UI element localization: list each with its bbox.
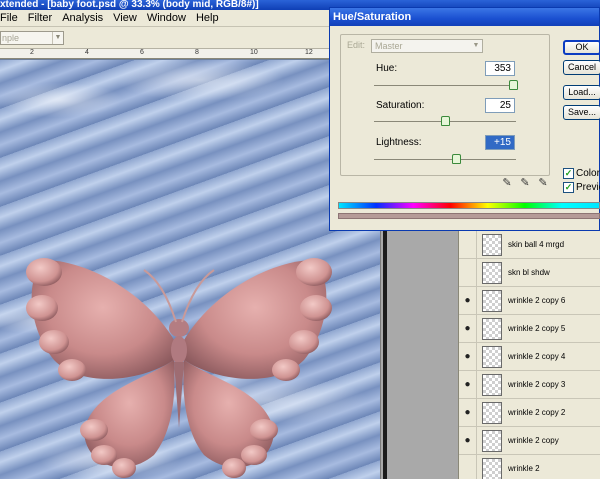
document-canvas[interactable] <box>0 60 380 479</box>
layer-row[interactable]: skin ball 4 mrgd <box>459 230 600 259</box>
chevron-down-icon: ▼ <box>52 32 63 44</box>
hue-saturation-dialog: Hue/Saturation Edit: Master ▼ Hue: 353 S… <box>329 7 600 231</box>
ruler-tick: 8 <box>195 49 199 56</box>
layer-name: wrinkle 2 copy 5 <box>508 324 566 333</box>
scrollbar[interactable] <box>383 231 387 479</box>
menu-filter[interactable]: Filter <box>23 12 57 24</box>
menu-help[interactable]: Help <box>191 12 224 24</box>
saturation-input[interactable]: 25 <box>485 98 515 113</box>
edit-select[interactable]: Master ▼ <box>371 39 483 53</box>
layer-thumbnail <box>482 233 502 256</box>
layer-row[interactable]: ● wrinkle 2 copy 2 <box>459 398 600 427</box>
cancel-button[interactable]: Cancel <box>563 60 600 75</box>
ruler-tick: 2 <box>30 49 34 56</box>
hue-slider-thumb[interactable] <box>509 80 519 90</box>
layers-panel: skin ball 4 mrgd skn bl shdw ● wrinkle 2 co… <box>458 230 600 479</box>
layer-name: wrinkle 2 <box>508 464 540 473</box>
save-button[interactable]: Save... <box>563 105 600 120</box>
app-title: xtended - [baby foot.psd @ 33.3% (body m… <box>0 0 259 10</box>
layer-thumbnail <box>482 373 502 396</box>
dialog-title: Hue/Saturation <box>330 8 599 26</box>
ok-button[interactable]: OK <box>563 40 600 55</box>
eye-icon[interactable]: ● <box>459 314 477 343</box>
lightness-label: Lightness: <box>376 137 422 148</box>
layer-thumbnail <box>482 429 502 452</box>
eyedropper-minus-icon[interactable]: ✎ <box>536 176 550 190</box>
layer-name: skin ball 4 mrgd <box>508 240 565 249</box>
eyedropper-plus-icon[interactable]: ✎ <box>518 176 532 190</box>
eye-icon[interactable]: ● <box>459 426 477 455</box>
document-gray-area <box>380 231 458 479</box>
layer-thumbnail <box>482 345 502 368</box>
adjustment-group: Edit: Master ▼ Hue: 353 Saturation: 25 L… <box>340 34 550 176</box>
layer-name: wrinkle 2 copy <box>508 436 559 445</box>
menu-window[interactable]: Window <box>142 12 191 24</box>
ruler-tick: 10 <box>250 49 258 56</box>
layer-thumbnail <box>482 289 502 312</box>
visibility-toggle[interactable] <box>459 258 477 287</box>
chevron-down-icon: ▼ <box>472 42 480 49</box>
layer-name: skn bl shdw <box>508 268 550 277</box>
hue-slider-track[interactable] <box>374 85 516 86</box>
style-select[interactable]: nple ▼ <box>0 31 64 45</box>
style-select-value: nple <box>2 33 20 43</box>
layer-thumbnail <box>482 261 502 284</box>
lightness-input[interactable]: +15 <box>485 135 515 150</box>
saturation-slider-thumb[interactable] <box>441 116 450 126</box>
lightness-slider-track[interactable] <box>374 159 516 160</box>
color-spectrum-bar <box>338 202 600 209</box>
horizontal-ruler: 2 4 6 8 10 12 <box>0 49 330 59</box>
butterfly-foot-artwork <box>26 258 332 478</box>
eye-icon[interactable]: ● <box>459 342 477 371</box>
colorize-label: Colorize <box>576 168 600 179</box>
layer-name: wrinkle 2 copy 3 <box>508 380 566 389</box>
layer-thumbnail <box>482 457 502 479</box>
layer-row[interactable]: skn bl shdw <box>459 258 600 287</box>
eyedropper-icon[interactable]: ✎ <box>500 176 514 190</box>
layer-name: wrinkle 2 copy 4 <box>508 352 566 361</box>
colorize-checkbox[interactable]: ✓ <box>563 168 574 179</box>
ruler-tick: 12 <box>305 49 313 56</box>
hue-label: Hue: <box>376 63 398 74</box>
layer-row[interactable]: ● wrinkle 2 copy 3 <box>459 370 600 399</box>
menu-file[interactable]: File <box>0 12 23 24</box>
ruler-tick: 4 <box>85 49 89 56</box>
visibility-toggle[interactable] <box>459 230 477 259</box>
layer-row[interactable]: ● wrinkle 2 copy <box>459 426 600 455</box>
layer-row[interactable]: ● wrinkle 2 copy 4 <box>459 342 600 371</box>
layer-thumbnail <box>482 401 502 424</box>
adjusted-color-bar <box>338 213 600 219</box>
eye-icon[interactable]: ● <box>459 286 477 315</box>
preview-label: Preview <box>576 182 600 193</box>
preview-checkbox[interactable]: ✓ <box>563 182 574 193</box>
menu-analysis[interactable]: Analysis <box>57 12 108 24</box>
saturation-label: Saturation: <box>376 100 425 111</box>
load-button[interactable]: Load... <box>563 85 600 100</box>
layer-thumbnail <box>482 317 502 340</box>
layer-name: wrinkle 2 copy 2 <box>508 408 566 417</box>
eye-icon[interactable]: ● <box>459 398 477 427</box>
hue-input[interactable]: 353 <box>485 61 515 76</box>
lightness-slider-thumb[interactable] <box>452 154 462 164</box>
layer-row[interactable]: ● wrinkle 2 copy 6 <box>459 286 600 315</box>
layer-name: wrinkle 2 copy 6 <box>508 296 566 305</box>
layer-row[interactable]: wrinkle 2 <box>459 454 600 479</box>
visibility-toggle[interactable] <box>459 454 477 479</box>
edit-label: Edit: <box>347 40 366 50</box>
layer-row[interactable]: ● wrinkle 2 copy 5 <box>459 314 600 343</box>
menu-view[interactable]: View <box>108 12 142 24</box>
eye-icon[interactable]: ● <box>459 370 477 399</box>
edit-select-value: Master <box>375 41 403 51</box>
ruler-tick: 6 <box>140 49 144 56</box>
